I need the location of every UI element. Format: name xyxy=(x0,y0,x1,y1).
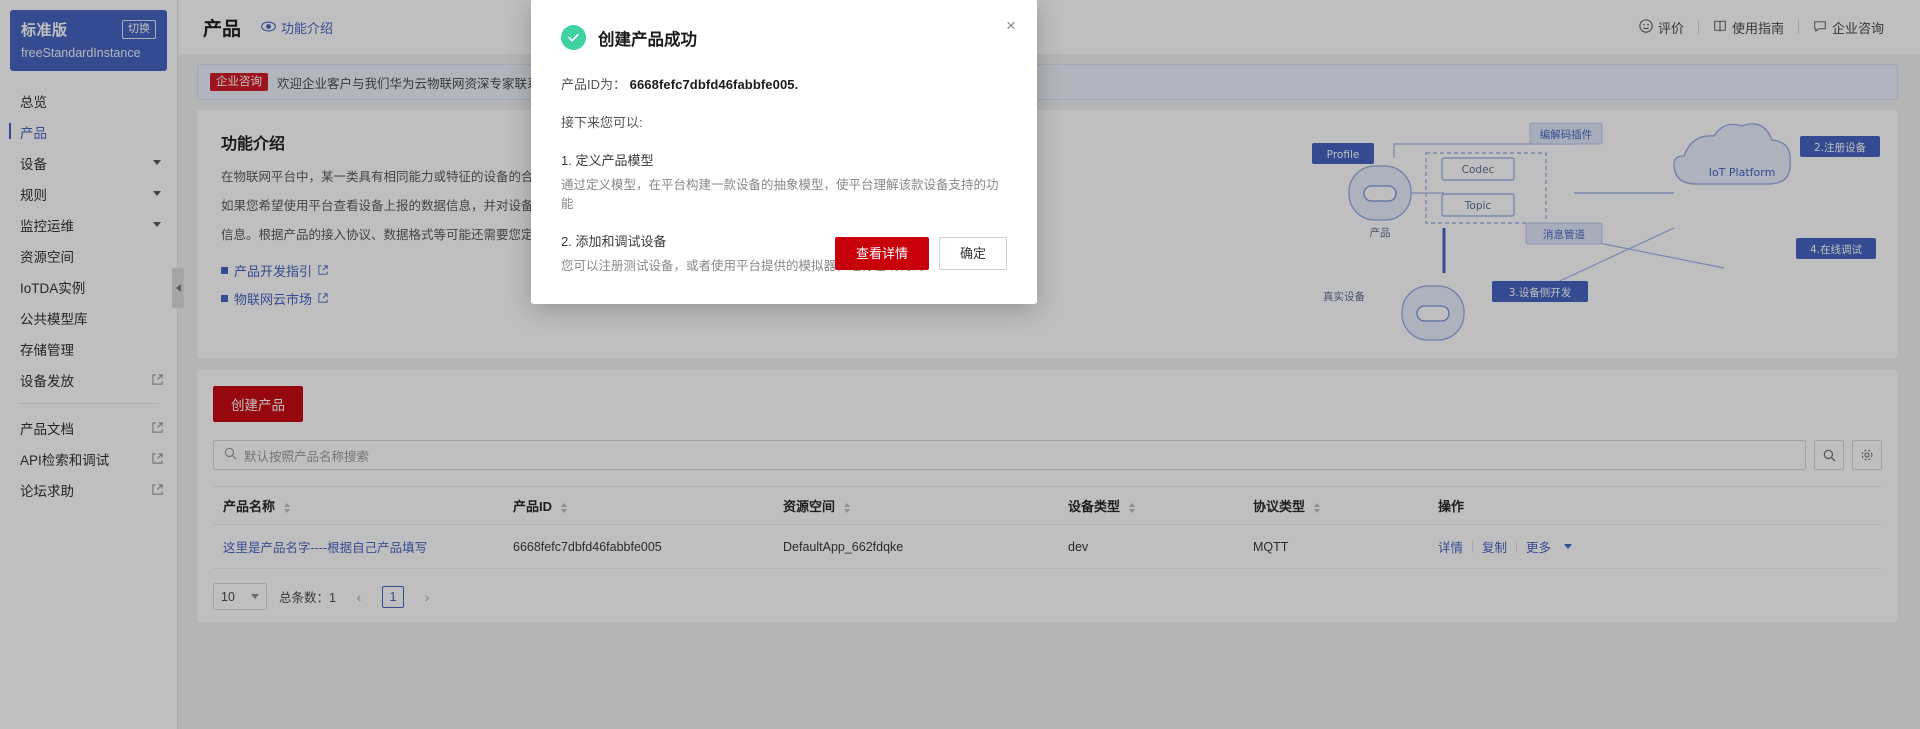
step-title: 1. 定义产品模型 xyxy=(561,153,654,168)
product-id-value: 6668fefc7dbfd46fabbfe005. xyxy=(629,77,799,92)
create-product-success-dialog: × 创建产品成功 产品ID为： 6668fefc7dbfd46fabbfe005… xyxy=(531,0,1037,304)
product-id-label: 产品ID为： xyxy=(561,77,627,92)
dialog-title: 创建产品成功 xyxy=(598,30,697,49)
close-icon[interactable]: × xyxy=(1001,15,1021,35)
confirm-button[interactable]: 确定 xyxy=(938,236,1007,270)
dialog-footer: 查看详情 确定 xyxy=(531,226,1037,304)
step-description: 通过定义模型，在平台构建一款设备的抽象模型，使平台理解该款设备支持的功能 xyxy=(561,178,999,211)
success-check-icon xyxy=(561,25,586,50)
next-steps-label: 接下来您可以: xyxy=(561,115,643,130)
product-id-row: 产品ID为： 6668fefc7dbfd46fabbfe005. xyxy=(561,74,1007,93)
step-1: 1. 定义产品模型 通过定义模型，在平台构建一款设备的抽象模型，使平台理解该款设… xyxy=(561,150,1007,212)
view-detail-button[interactable]: 查看详情 xyxy=(834,236,929,270)
dialog-header: 创建产品成功 xyxy=(561,25,1007,50)
